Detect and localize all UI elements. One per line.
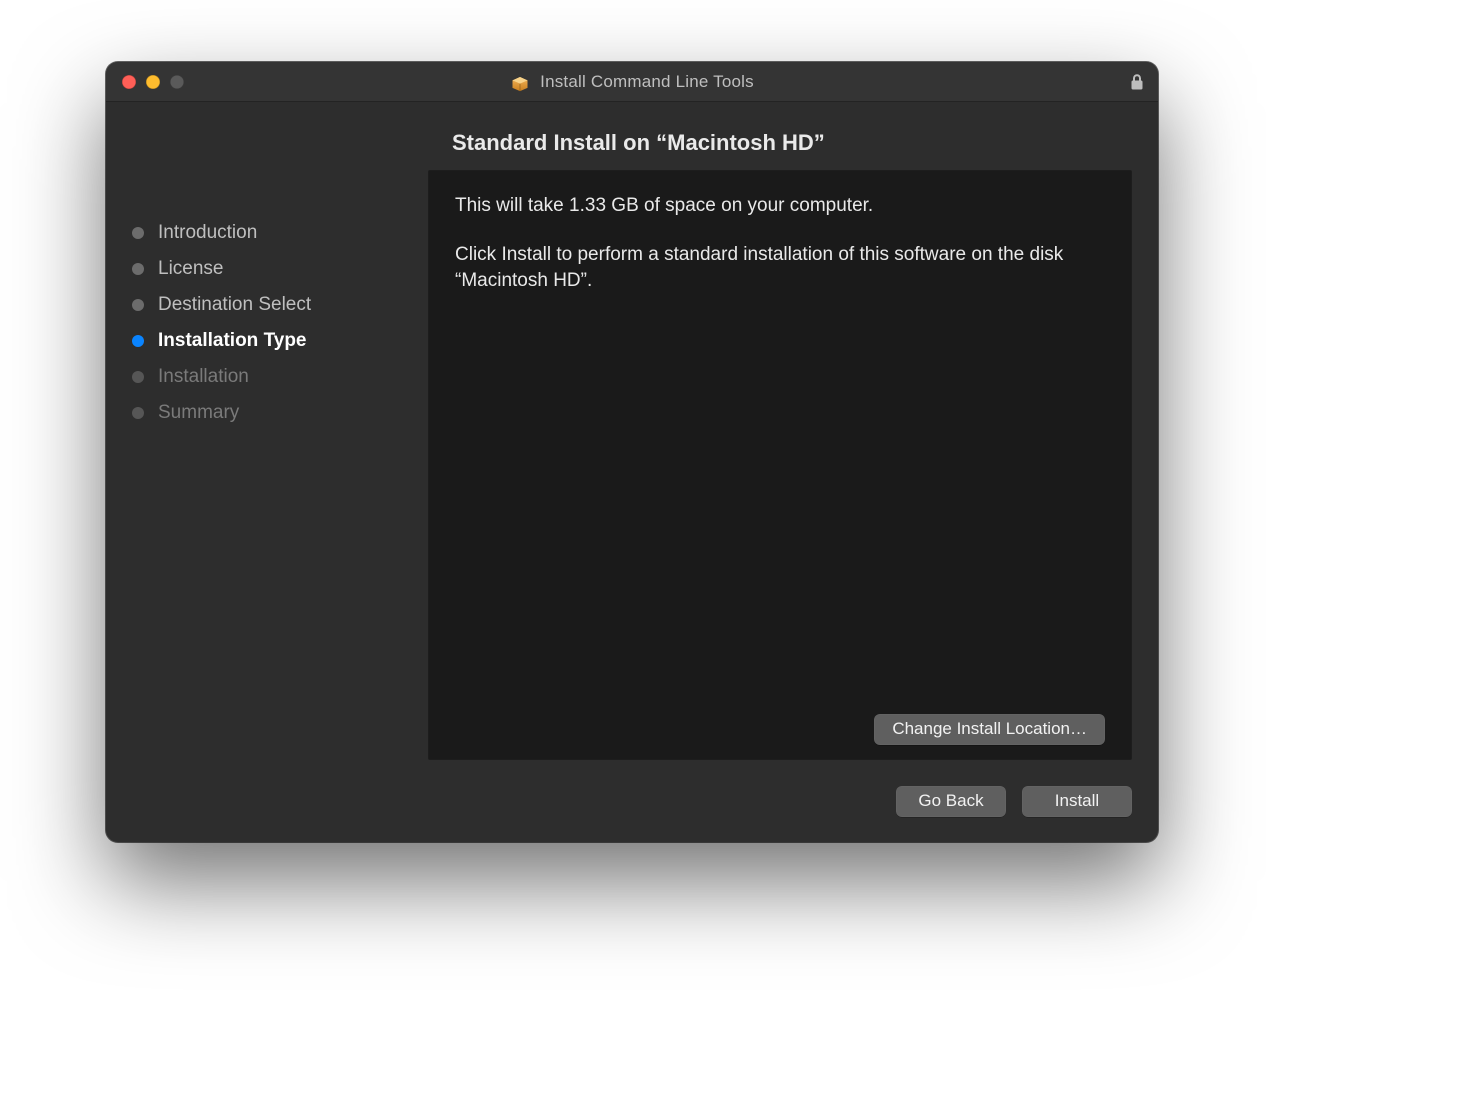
window-minimize-button[interactable] [146, 75, 160, 89]
step-label: Introduction [158, 222, 257, 244]
go-back-button[interactable]: Go Back [896, 786, 1006, 817]
bottom-bar: Go Back Install [106, 760, 1158, 842]
change-install-location-button[interactable]: Change Install Location… [874, 714, 1105, 745]
main-heading: Standard Install on “Macintosh HD” [452, 130, 1132, 156]
installer-steps-sidebar: Introduction License Destination Select [106, 102, 418, 760]
step-label: Installation [158, 366, 249, 388]
step-license: License [132, 258, 406, 280]
package-icon [510, 72, 530, 92]
step-bullet-icon [132, 371, 144, 383]
step-label: Installation Type [158, 330, 307, 352]
step-label: License [158, 258, 224, 280]
window-title: Install Command Line Tools [540, 72, 754, 92]
step-bullet-icon [132, 335, 144, 347]
traffic-lights [106, 75, 184, 89]
step-bullet-icon [132, 227, 144, 239]
step-bullet-icon [132, 263, 144, 275]
step-label: Summary [158, 402, 239, 424]
content-panel: This will take 1.33 GB of space on your … [428, 170, 1132, 760]
installer-window: Install Command Line Tools Introduction [106, 62, 1158, 842]
install-button[interactable]: Install [1022, 786, 1132, 817]
titlebar: Install Command Line Tools [106, 62, 1158, 102]
window-close-button[interactable] [122, 75, 136, 89]
window-zoom-button[interactable] [170, 75, 184, 89]
step-summary: Summary [132, 402, 406, 424]
step-introduction: Introduction [132, 222, 406, 244]
step-bullet-icon [132, 299, 144, 311]
lock-icon[interactable] [1130, 62, 1144, 101]
step-installation: Installation [132, 366, 406, 388]
step-label: Destination Select [158, 294, 311, 316]
installer-main: Standard Install on “Macintosh HD” This … [418, 102, 1158, 760]
step-installation-type: Installation Type [132, 330, 406, 352]
step-bullet-icon [132, 407, 144, 419]
install-size-text: This will take 1.33 GB of space on your … [455, 193, 1105, 220]
step-destination-select: Destination Select [132, 294, 406, 316]
install-instruction-text: Click Install to perform a standard inst… [455, 242, 1105, 295]
